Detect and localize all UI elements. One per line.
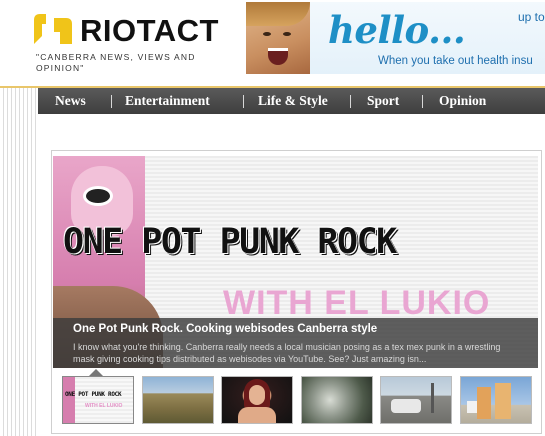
main-navigation: News Entertainment Life & Style Sport Op…: [38, 88, 545, 114]
thumbnail-portrait[interactable]: [221, 376, 293, 424]
site-logo[interactable]: RIOTACT "CANBERRA NEWS, VIEWS AND OPINIO…: [32, 12, 232, 74]
thumbnail-one-pot-punk-rock[interactable]: ONE POT PUNK ROCK WITH EL LUKIO: [62, 376, 134, 424]
brand-name: RIOTACT: [80, 13, 219, 48]
featured-image-title: ONE POT PUNK ROCK: [63, 222, 397, 262]
nav-item-life-style[interactable]: Life & Style: [258, 88, 328, 114]
thumbnail-subtitle: WITH EL LUKIO: [85, 403, 123, 409]
ad-side-text: up to: [518, 10, 545, 24]
advertisement-banner[interactable]: hello... up to When you take out health …: [246, 2, 545, 74]
thumbnail-street[interactable]: [380, 376, 452, 424]
riotact-quote-icon: [34, 14, 72, 44]
ad-subtext: When you take out health insu: [378, 55, 533, 67]
thumbnail-smoke[interactable]: [301, 376, 373, 424]
nav-item-opinion[interactable]: Opinion: [439, 88, 486, 114]
featured-article-excerpt: I know what you're thinking. Canberra re…: [73, 342, 501, 364]
nav-separator: [243, 95, 244, 108]
nav-separator: [350, 95, 351, 108]
ad-woman-photo: [246, 2, 310, 74]
nav-separator: [422, 95, 423, 108]
nav-item-entertainment[interactable]: Entertainment: [125, 88, 210, 114]
featured-caption[interactable]: One Pot Punk Rock. Cooking webisodes Can…: [53, 318, 538, 368]
left-stripe-decoration: [0, 88, 38, 436]
thumbnail-sculpture[interactable]: [460, 376, 532, 424]
featured-article-title[interactable]: One Pot Punk Rock. Cooking webisodes Can…: [73, 323, 377, 335]
thumbnail-title: ONE POT PUNK ROCK: [65, 391, 122, 398]
site-tagline: "CANBERRA NEWS, VIEWS AND OPINION": [36, 52, 196, 73]
ad-headline: hello...: [328, 8, 466, 52]
thumbnail-landscape[interactable]: [142, 376, 214, 424]
active-thumbnail-pointer-icon: [89, 369, 103, 376]
thumbnail-strip: ONE POT PUNK ROCK WITH EL LUKIO: [62, 376, 536, 424]
nav-item-news[interactable]: News: [55, 88, 86, 114]
nav-separator: [111, 95, 112, 108]
nav-item-sport[interactable]: Sport: [367, 88, 399, 114]
